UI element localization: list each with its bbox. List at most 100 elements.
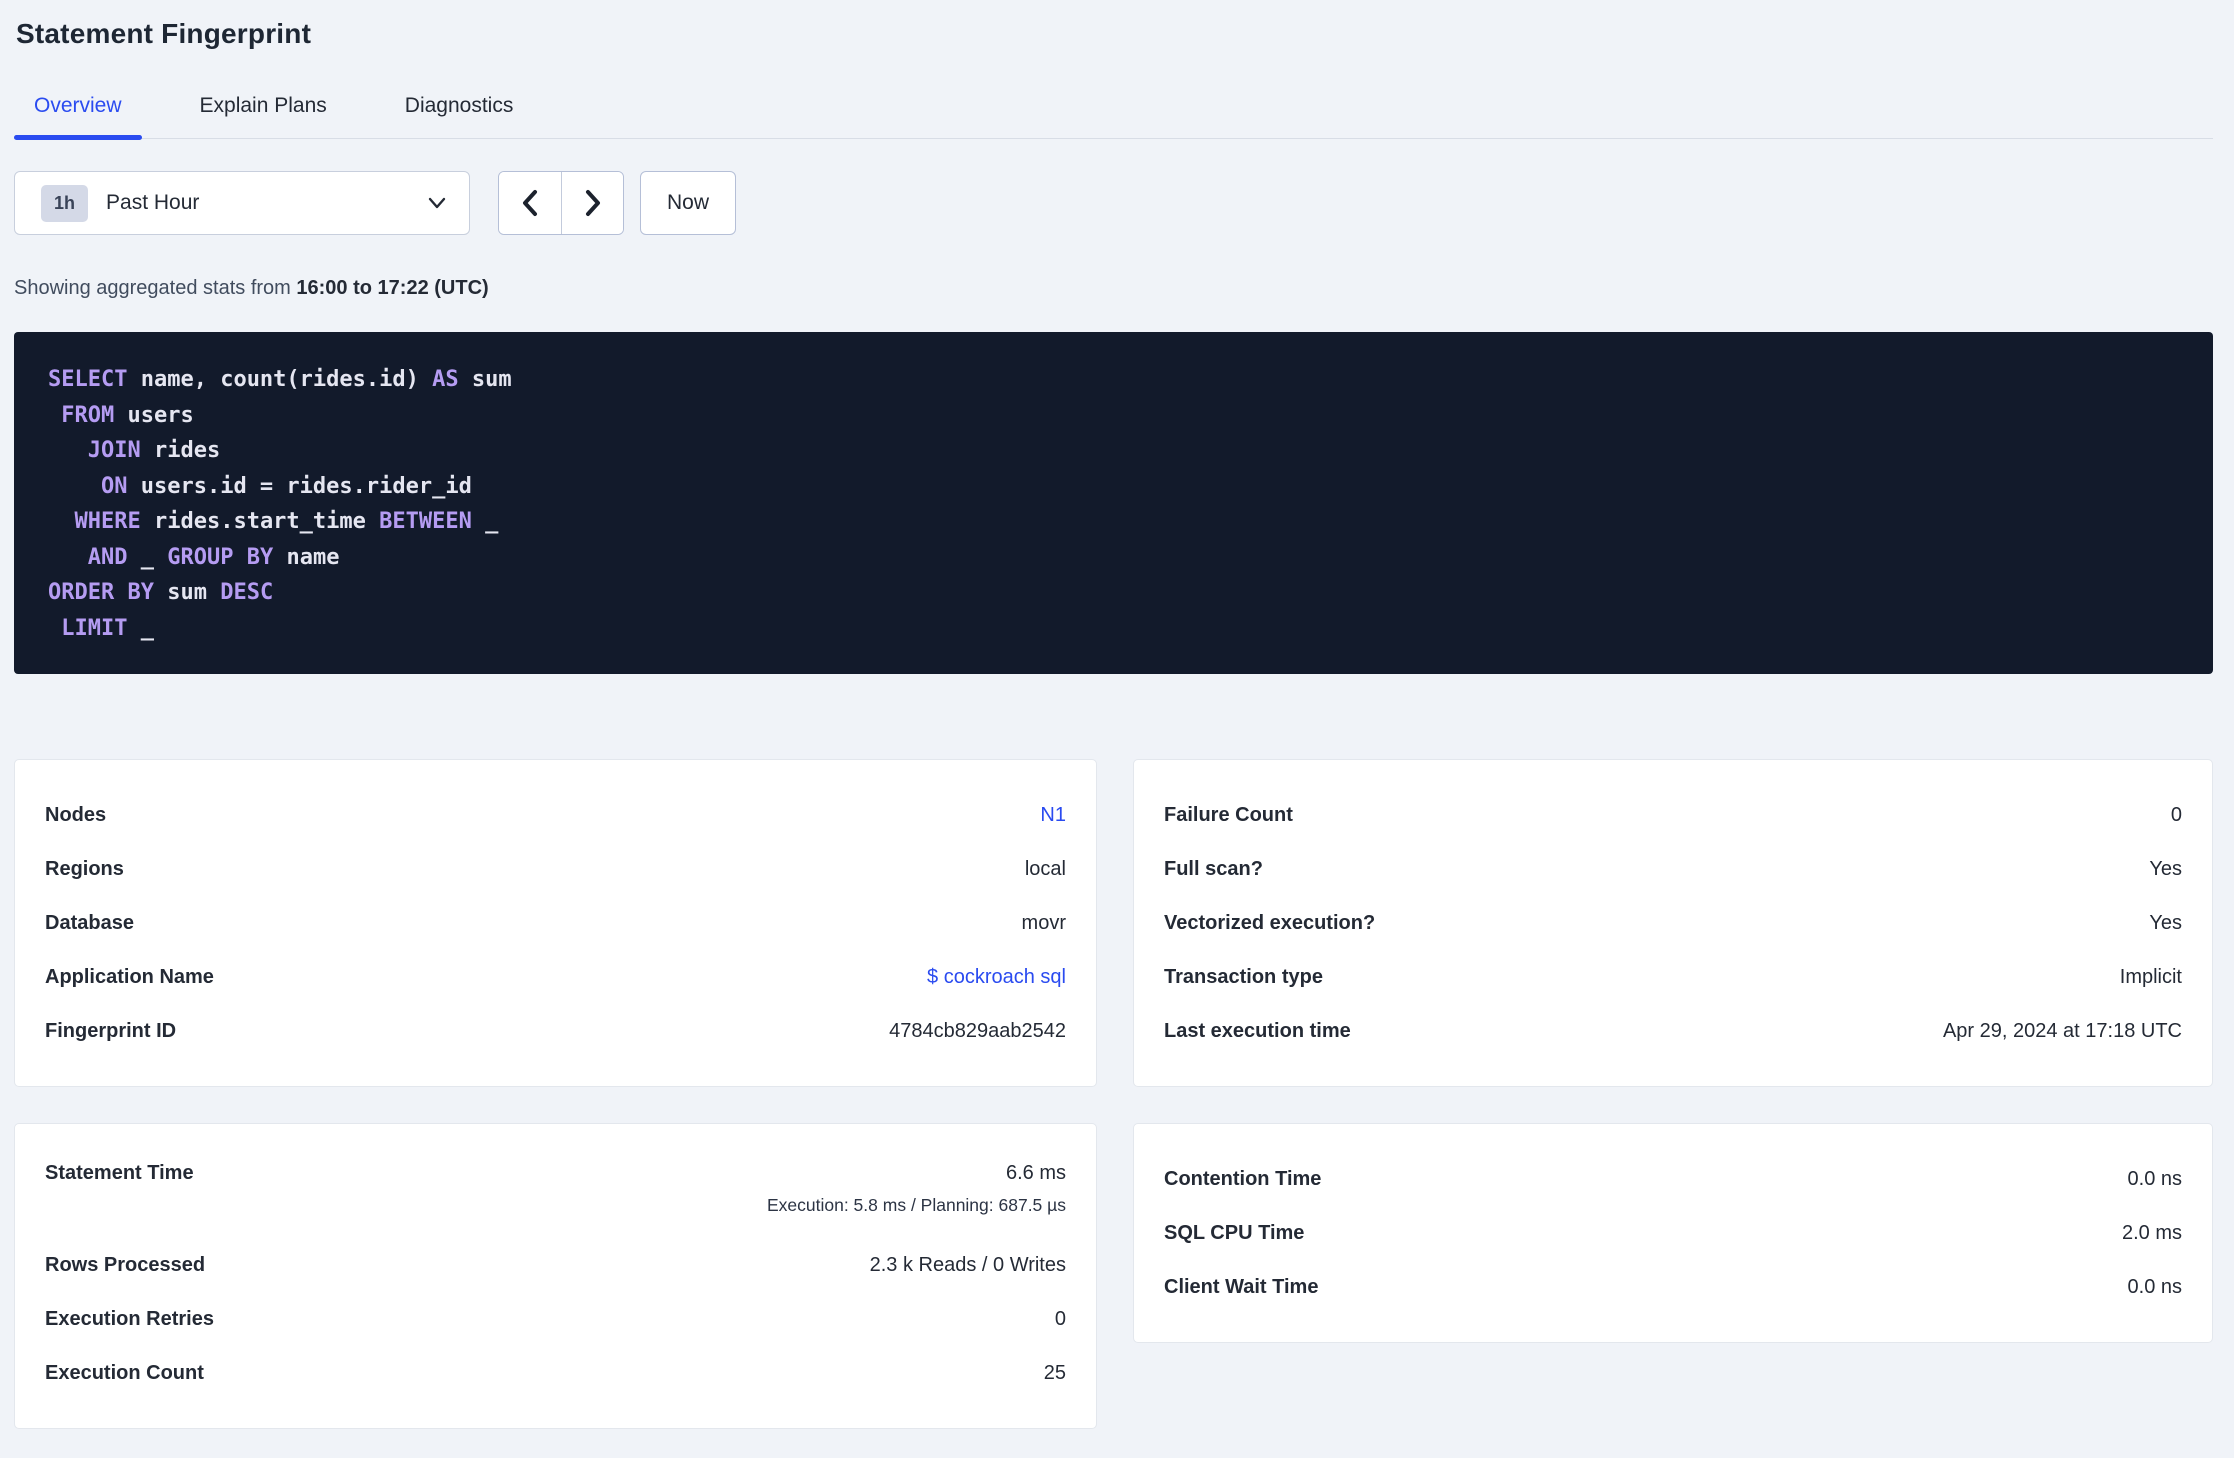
stat-value: Yes xyxy=(2149,857,2182,880)
stat-label: Fingerprint ID xyxy=(45,1019,177,1042)
stat-label: Statement Time xyxy=(45,1162,194,1184)
execution-attributes-card: Failure Count 0 Full scan? Yes Vectorized ex… xyxy=(1133,759,2213,1087)
interval-badge: 1h xyxy=(41,184,89,222)
sql-keyword: ORDER BY xyxy=(48,580,154,605)
sql-keyword: AND xyxy=(87,544,128,570)
stat-row: Transaction type Implicit xyxy=(1164,950,2182,1004)
stats-cards-grid: Nodes N1 Regions local Database movr Applicati… xyxy=(14,759,2213,1429)
sql-line: AND _ GROUP BY name xyxy=(48,540,2179,576)
sql-keyword: FROM xyxy=(61,402,115,428)
stat-value: 0 xyxy=(2170,803,2182,826)
stat-value: 2.3 k Reads / 0 Writes xyxy=(869,1253,1066,1276)
stat-label: Failure Count xyxy=(1164,803,1293,826)
sql-text: rides xyxy=(140,438,221,463)
stat-value: 4784cb829aab2542 xyxy=(889,1019,1066,1042)
sql-text: _ xyxy=(127,544,168,570)
page-title: Statement Fingerprint xyxy=(16,18,312,49)
stat-row: Vectorized execution? Yes xyxy=(1164,896,2182,950)
stat-value: 0.0 ns xyxy=(2127,1275,2182,1298)
stat-value: Implicit xyxy=(2119,965,2182,988)
stat-value-group: 6.6 ms Execution: 5.8 ms / Planning: 687.… xyxy=(767,1162,1066,1216)
interval-label: Past Hour xyxy=(106,191,200,214)
stat-row: Regions local xyxy=(45,842,1066,896)
chevron-down-icon xyxy=(427,196,447,210)
sql-text: name, count(rides.id) xyxy=(127,367,433,392)
stat-row: Failure Count 0 xyxy=(1164,788,2182,842)
stat-row: Database movr xyxy=(45,896,1066,950)
sql-keyword: GROUP BY xyxy=(167,544,274,570)
stat-label: Last execution time xyxy=(1164,1019,1351,1042)
statement-details-card: Nodes N1 Regions local Database movr Applicati… xyxy=(14,759,1097,1087)
stat-row: Statement Time 6.6 ms Execution: 5.8 ms / … xyxy=(45,1152,1066,1238)
stat-label: SQL CPU Time xyxy=(1164,1221,1305,1244)
tab-diagnostics-label: Diagnostics xyxy=(404,94,514,117)
stat-row: Contention Time 0.0 ns xyxy=(1164,1152,2182,1206)
stat-value: 25 xyxy=(1043,1361,1066,1384)
stat-value: local xyxy=(1024,857,1066,880)
sql-keyword: ON xyxy=(100,473,128,499)
interval-nav-group xyxy=(498,171,624,235)
sql-keyword: DESC xyxy=(220,580,274,605)
stat-label: Transaction type xyxy=(1164,965,1323,988)
stat-value: 6.6 ms xyxy=(1005,1162,1066,1184)
next-interval-button[interactable] xyxy=(561,172,623,234)
tab-diagnostics[interactable]: Diagnostics xyxy=(385,82,534,138)
stat-row: Last execution time Apr 29, 2024 at 17:18… xyxy=(1164,1004,2182,1058)
sql-keyword: WHERE xyxy=(74,509,141,534)
sql-line: ORDER BY sum DESC xyxy=(48,575,2179,611)
stat-label: Client Wait Time xyxy=(1164,1275,1319,1298)
prev-interval-button[interactable] xyxy=(499,172,561,234)
stat-label: Database xyxy=(45,911,134,934)
time-interval-select[interactable]: 1h Past Hour xyxy=(14,171,470,235)
stat-label: Nodes xyxy=(45,803,107,826)
stat-row: Rows Processed 2.3 k Reads / 0 Writes xyxy=(45,1238,1066,1292)
sql-text: users xyxy=(114,402,194,428)
sql-line: JOIN rides xyxy=(48,433,2179,469)
stat-row: Execution Retries 0 xyxy=(45,1292,1066,1346)
sql-keyword: BETWEEN xyxy=(379,509,472,534)
tab-overview-label: Overview xyxy=(34,94,122,117)
stat-value: movr xyxy=(1021,911,1066,934)
sql-keyword: SELECT xyxy=(48,367,128,392)
stat-label: Contention Time xyxy=(1164,1167,1322,1190)
sql-line: FROM users xyxy=(48,398,2179,434)
sql-keyword: LIMIT xyxy=(61,615,128,641)
stat-value: Apr 29, 2024 at 17:18 UTC xyxy=(1942,1019,2182,1042)
sql-statement-box: SELECT name, count(rides.id) AS sum FROM… xyxy=(14,332,2213,674)
stat-label: Execution Retries xyxy=(45,1307,214,1330)
sql-text: rides.start_time xyxy=(140,509,380,534)
time-picker-toolbar: 1h Past Hour Now xyxy=(14,171,2213,235)
stat-sub-value: Execution: 5.8 ms / Planning: 687.5 µs xyxy=(766,1195,1066,1215)
stat-label: Rows Processed xyxy=(45,1253,206,1276)
stat-row: Execution Count 25 xyxy=(45,1346,1066,1400)
sql-line: WHERE rides.start_time BETWEEN _ xyxy=(48,504,2179,540)
stat-value-link[interactable]: N1 xyxy=(1040,804,1066,827)
chevron-left-icon xyxy=(520,189,540,217)
tab-explain-plans[interactable]: Explain Plans xyxy=(180,82,347,138)
stat-row: Nodes N1 xyxy=(45,788,1066,842)
wait-times-card: Contention Time 0.0 ns SQL CPU Time 2.0 ms C… xyxy=(1133,1123,2213,1343)
chevron-right-icon xyxy=(583,189,603,217)
stat-label: Execution Count xyxy=(45,1361,204,1384)
aggregation-summary: Showing aggregated stats from 16:00 to 1… xyxy=(14,277,2213,300)
stat-row: Fingerprint ID 4784cb829aab2542 xyxy=(45,1004,1066,1058)
stat-value: 0 xyxy=(1054,1307,1066,1330)
tab-overview[interactable]: Overview xyxy=(14,82,142,140)
now-button[interactable]: Now xyxy=(640,171,737,235)
statement-times-card: Statement Time 6.6 ms Execution: 5.8 ms / … xyxy=(14,1123,1097,1429)
sql-text: _ xyxy=(127,615,154,641)
statement-fingerprint-page: Statement Fingerprint Overview Explain P… xyxy=(0,0,2234,1429)
aggregation-summary-prefix: Showing aggregated stats from xyxy=(14,277,297,299)
stat-label: Regions xyxy=(45,857,124,880)
stat-row: Application Name $ cockroach sql xyxy=(45,950,1066,1004)
stat-value-link[interactable]: $ cockroach sql xyxy=(927,966,1066,989)
stat-label: Full scan? xyxy=(1164,857,1263,880)
stat-value: 0.0 ns xyxy=(2127,1167,2182,1190)
tab-explain-plans-label: Explain Plans xyxy=(199,94,327,117)
sql-text: name xyxy=(273,544,340,570)
sql-line: SELECT name, count(rides.id) AS sum xyxy=(48,362,2179,398)
